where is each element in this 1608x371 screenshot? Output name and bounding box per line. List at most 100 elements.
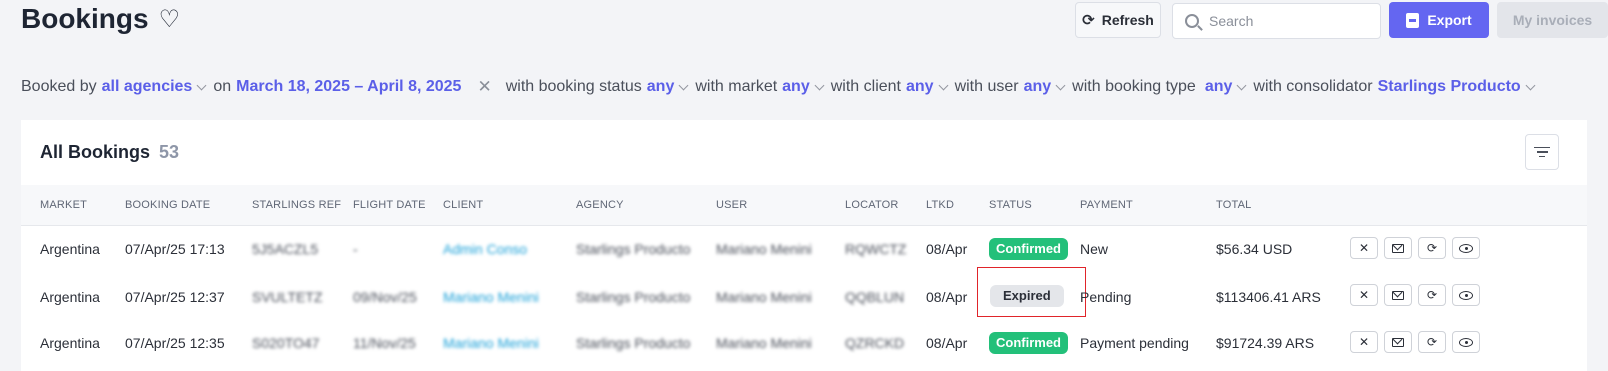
table-row[interactable]: Argentina 07/Apr/25 12:37 SVULTETZ 09/No…	[21, 267, 1587, 320]
cancel-icon[interactable]: ✕	[1350, 237, 1378, 259]
filter-bar: Booked by all agencies on March 18, 2025…	[21, 77, 1608, 97]
filter-market-value[interactable]: any	[782, 78, 810, 96]
row-actions: ✕ ⟳	[1350, 237, 1480, 259]
search-icon	[1185, 14, 1199, 28]
cancel-icon[interactable]: ✕	[1350, 331, 1378, 353]
cell-flight-date: 09/Nov/25	[353, 289, 417, 305]
filter-status-label: with booking status	[505, 78, 642, 95]
export-label: Export	[1427, 12, 1472, 28]
column-header[interactable]: LTKD	[926, 199, 954, 211]
row-actions: ✕ ⟳	[1350, 331, 1480, 353]
chevron-down-icon[interactable]	[1236, 80, 1247, 90]
chevron-down-icon[interactable]	[196, 80, 207, 90]
column-header[interactable]: STARLINGS REF	[252, 199, 341, 211]
my-invoices-label: My invoices	[1512, 12, 1593, 28]
filter-agencies-value[interactable]: all agencies	[102, 78, 193, 96]
filter-icon[interactable]	[1525, 134, 1559, 170]
cell-ref: S020TO47	[252, 335, 320, 351]
view-icon[interactable]	[1452, 284, 1480, 306]
column-header[interactable]: STATUS	[989, 199, 1032, 211]
refresh-button[interactable]: ⟳ Refresh	[1075, 2, 1161, 38]
cell-flight-date: 11/Nov/25	[353, 335, 416, 351]
cell-ltkd: 08/Apr	[926, 289, 968, 305]
cell-locator: QZRCKD	[845, 335, 905, 351]
cell-client-link[interactable]: Mariano Menini	[443, 289, 539, 305]
cell-total: $113406.41 ARS	[1216, 289, 1321, 305]
cell-agency: Starlings Producto	[576, 241, 691, 257]
cancel-icon[interactable]: ✕	[1350, 284, 1378, 306]
cell-ref: 5J5ACZL5	[252, 241, 319, 257]
filter-on-label: on	[213, 78, 232, 95]
column-header[interactable]: MARKET	[40, 199, 87, 211]
mail-icon[interactable]	[1384, 331, 1412, 353]
cell-booking-date: 07/Apr/25 12:35	[125, 335, 225, 351]
cell-market: Argentina	[40, 335, 100, 351]
filter-user-value[interactable]: any	[1024, 78, 1052, 96]
status-badge: Confirmed	[989, 332, 1068, 354]
heart-icon[interactable]: ♡	[159, 5, 181, 34]
cell-client-link[interactable]: Admin Conso	[443, 241, 527, 257]
column-header[interactable]: FLIGHT DATE	[353, 199, 426, 211]
cell-flight-date: -	[353, 241, 358, 257]
view-icon[interactable]	[1452, 237, 1480, 259]
clear-date-icon[interactable]: ✕	[477, 77, 491, 97]
table-row[interactable]: Argentina 07/Apr/25 17:13 5J5ACZL5 - Adm…	[21, 226, 1587, 273]
cell-total: $91724.39 ARS	[1216, 335, 1315, 351]
cell-booking-date: 07/Apr/25 17:13	[125, 241, 225, 257]
chevron-down-icon[interactable]	[678, 80, 689, 90]
bookings-card: All Bookings 53 MARKET BOOKING DATE STAR…	[21, 120, 1587, 371]
filter-status-value[interactable]: any	[647, 78, 675, 96]
cell-market: Argentina	[40, 241, 100, 257]
cell-ref: SVULTETZ	[252, 289, 323, 305]
column-header[interactable]: TOTAL	[1216, 199, 1251, 211]
chevron-down-icon[interactable]	[814, 80, 825, 90]
sync-icon[interactable]: ⟳	[1418, 284, 1446, 306]
cell-locator: RQWCTZ	[845, 241, 907, 257]
status-badge: Confirmed	[989, 238, 1068, 260]
my-invoices-button[interactable]: My invoices	[1497, 2, 1608, 38]
column-header[interactable]: LOCATOR	[845, 199, 899, 211]
column-header[interactable]: AGENCY	[576, 199, 624, 211]
search-box[interactable]	[1172, 3, 1381, 39]
filter-type-value[interactable]: any	[1205, 78, 1233, 96]
filter-type-label: with booking type	[1072, 78, 1196, 95]
column-header[interactable]: BOOKING DATE	[125, 199, 210, 211]
cell-agency: Starlings Producto	[576, 335, 691, 351]
table-header: MARKET BOOKING DATE STARLINGS REF FLIGHT…	[21, 185, 1587, 226]
table-row[interactable]: Argentina 07/Apr/25 12:35 S020TO47 11/No…	[21, 320, 1587, 367]
cell-client-link[interactable]: Mariano Menini	[443, 335, 539, 351]
cell-locator: QQBLUN	[845, 289, 905, 305]
filter-market-label: with market	[695, 78, 778, 95]
export-button[interactable]: Export	[1389, 2, 1489, 38]
filter-consolidator-value[interactable]: Starlings Producto	[1378, 78, 1521, 96]
filter-date-range-value[interactable]: March 18, 2025 – April 8, 2025	[236, 78, 461, 96]
export-icon	[1406, 12, 1420, 28]
cell-ltkd: 08/Apr	[926, 335, 968, 351]
column-header[interactable]: USER	[716, 199, 747, 211]
column-header[interactable]: CLIENT	[443, 199, 483, 211]
cell-payment: New	[1080, 241, 1109, 257]
cell-user: Mariano Menini	[716, 335, 812, 351]
table-title-text: All Bookings	[40, 142, 151, 162]
column-header[interactable]: PAYMENT	[1080, 199, 1133, 211]
cell-booking-date: 07/Apr/25 12:37	[125, 289, 225, 305]
chevron-down-icon[interactable]	[1525, 80, 1536, 90]
refresh-icon: ⟳	[1082, 12, 1095, 29]
mail-icon[interactable]	[1384, 237, 1412, 259]
search-input[interactable]	[1209, 13, 1359, 29]
sync-icon[interactable]: ⟳	[1418, 331, 1446, 353]
view-icon[interactable]	[1452, 331, 1480, 353]
row-actions: ✕ ⟳	[1350, 284, 1480, 306]
cell-market: Argentina	[40, 289, 100, 305]
chevron-down-icon[interactable]	[1055, 80, 1066, 90]
cell-user: Mariano Menini	[716, 241, 812, 257]
cell-total: $56.34 USD	[1216, 241, 1293, 257]
page-title-text: Bookings	[21, 3, 149, 34]
sync-icon[interactable]: ⟳	[1418, 237, 1446, 259]
chevron-down-icon[interactable]	[938, 80, 949, 90]
cell-user: Mariano Menini	[716, 289, 812, 305]
filter-booked-by-label: Booked by	[21, 78, 97, 95]
highlight-box	[977, 267, 1086, 317]
mail-icon[interactable]	[1384, 284, 1412, 306]
filter-client-value[interactable]: any	[906, 78, 934, 96]
